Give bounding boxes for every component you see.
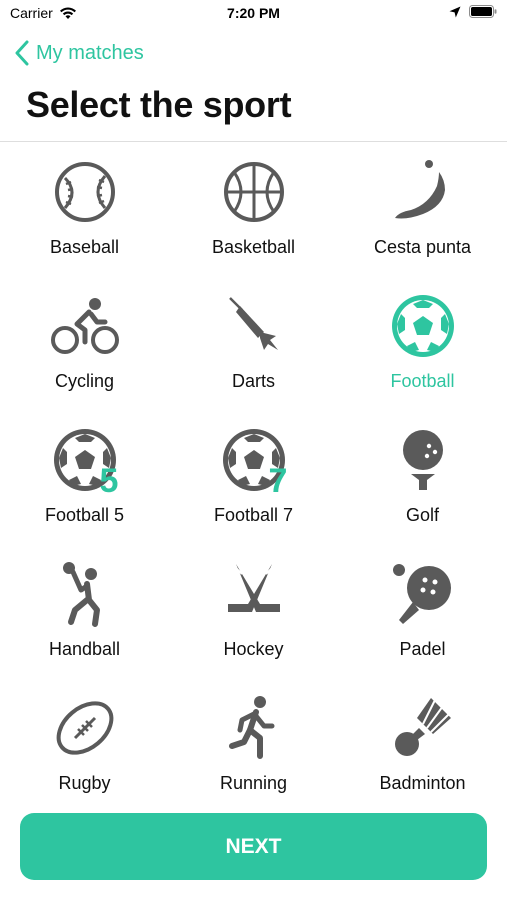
rugby-icon (56, 701, 113, 755)
sport-label: Football 7 (213, 505, 294, 525)
basketball-icon (223, 162, 284, 222)
sport-label: Basketball (211, 237, 296, 257)
back-label: My matches (36, 41, 144, 64)
sport-label: Golf (405, 505, 439, 525)
sport-item-hockey[interactable]: Hockey (169, 544, 338, 678)
sport-item-handball[interactable]: Handball (0, 544, 169, 678)
page-title: Select the sport (26, 84, 292, 125)
running-icon (228, 696, 274, 759)
sport-label: Running (219, 773, 288, 793)
cycling-icon (50, 298, 119, 354)
football-7-badge: 7 (268, 462, 287, 494)
cesta-punta-icon (394, 160, 445, 219)
sport-label: Badminton (379, 773, 466, 793)
handball-icon (62, 562, 100, 627)
sport-item-basketball[interactable]: Basketball (169, 142, 338, 276)
golf-icon (402, 430, 443, 490)
sport-item-cesta-punta[interactable]: Cesta punta (338, 142, 507, 276)
sport-item-football-5[interactable]: 5 Football 5 (0, 410, 169, 544)
dart-icon (228, 297, 278, 350)
football-5-icon: 5 (53, 429, 118, 494)
sport-label: Rugby (58, 773, 111, 793)
sport-item-darts[interactable]: Darts (169, 276, 338, 410)
sport-item-baseball[interactable]: Baseball (0, 142, 169, 276)
sport-label: Padel (399, 639, 446, 659)
status-bar: Carrier 7:20 PM (0, 0, 507, 28)
sport-label: Cycling (54, 371, 115, 391)
sport-grid: Baseball Basketball Cesta punta Cycling (0, 142, 507, 807)
sport-label: Handball (48, 639, 121, 659)
football-5-badge: 5 (99, 462, 118, 494)
battery-icon (469, 5, 497, 18)
status-time: 7:20 PM (227, 5, 280, 21)
sport-item-football[interactable]: Football (338, 276, 507, 410)
sport-item-rugby[interactable]: Rugby (0, 678, 169, 812)
baseball-icon (54, 162, 115, 222)
padel-icon (392, 564, 451, 624)
football-7-icon: 7 (222, 429, 287, 494)
football-icon (391, 295, 454, 357)
sport-label: Baseball (49, 237, 120, 257)
sport-item-running[interactable]: Running (169, 678, 338, 812)
next-button[interactable]: NEXT (20, 813, 487, 880)
sport-label: Football (390, 371, 455, 391)
back-button[interactable]: My matches (14, 38, 144, 68)
sport-item-golf[interactable]: Golf (338, 410, 507, 544)
chevron-left-icon (15, 40, 29, 66)
sport-label: Darts (231, 371, 275, 391)
badminton-icon (394, 698, 451, 756)
status-right (449, 5, 497, 18)
sport-label: Football 5 (44, 505, 125, 525)
hockey-icon (227, 564, 280, 612)
sport-item-football-7[interactable]: 7 Football 7 (169, 410, 338, 544)
sport-item-padel[interactable]: Padel (338, 544, 507, 678)
location-arrow-icon (449, 6, 461, 17)
sport-item-badminton[interactable]: Badminton (338, 678, 507, 812)
sport-item-cycling[interactable]: Cycling (0, 276, 169, 410)
sport-label: Hockey (223, 639, 284, 659)
sport-label: Cesta punta (373, 237, 472, 257)
